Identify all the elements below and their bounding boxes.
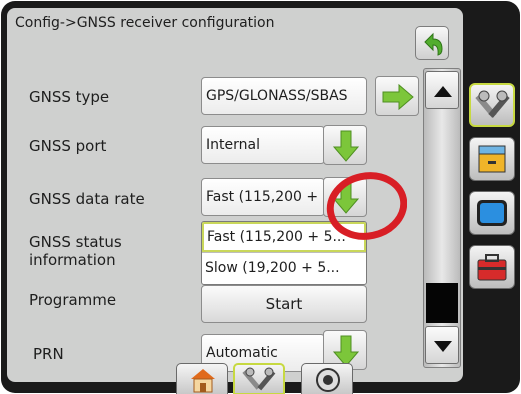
tools-icon bbox=[475, 90, 510, 118]
gnss-type-field[interactable]: GPS/GLONASS/SBAS bbox=[201, 77, 367, 115]
back-button[interactable] bbox=[415, 26, 449, 60]
side-tab-display[interactable] bbox=[469, 191, 515, 235]
display-icon bbox=[477, 200, 507, 226]
scrollbar-track[interactable] bbox=[423, 68, 461, 368]
device-frame: Config->GNSS receiver configuration GNSS… bbox=[1, 1, 520, 394]
gnss-type-label: GNSS type bbox=[29, 88, 110, 106]
triangle-down-icon bbox=[434, 341, 452, 352]
bottom-tab-tools[interactable] bbox=[233, 363, 285, 394]
gnss-port-dropdown-button[interactable] bbox=[323, 125, 367, 165]
page-title: Config->GNSS receiver configuration bbox=[15, 15, 275, 31]
side-tab-tools[interactable] bbox=[469, 83, 515, 127]
gnss-port-field[interactable]: Internal bbox=[201, 126, 325, 164]
back-arrow-icon bbox=[424, 32, 443, 56]
green-right-arrow-icon bbox=[382, 83, 414, 111]
data-drawer-icon bbox=[478, 145, 506, 173]
scrollbar-thumb[interactable] bbox=[426, 283, 458, 323]
toolbox-icon bbox=[477, 254, 507, 281]
bottom-tab-settings[interactable] bbox=[301, 363, 353, 394]
gnss-status-label-line2: information bbox=[29, 251, 116, 269]
side-tab-data[interactable] bbox=[469, 137, 515, 181]
bottom-tab-home[interactable] bbox=[176, 363, 228, 394]
gnss-data-rate-label: GNSS data rate bbox=[29, 190, 145, 208]
scroll-down-button[interactable] bbox=[425, 326, 459, 364]
gnss-type-next-button[interactable] bbox=[375, 76, 419, 116]
programme-label: Programme bbox=[29, 291, 117, 309]
gnss-status-label: GNSS status information bbox=[29, 233, 122, 269]
home-icon bbox=[191, 369, 215, 393]
gnss-data-rate-field[interactable]: Fast (115,200 + 5... bbox=[201, 178, 325, 216]
dropdown-option-slow[interactable]: Slow (19,200 + 5... bbox=[202, 252, 366, 283]
scroll-up-button[interactable] bbox=[425, 71, 459, 109]
config-panel: Config->GNSS receiver configuration GNSS… bbox=[7, 8, 463, 382]
gnss-status-label-line1: GNSS status bbox=[29, 233, 122, 251]
settings-dial-icon bbox=[316, 368, 340, 392]
tools-icon bbox=[242, 367, 276, 391]
prn-label: PRN bbox=[33, 345, 64, 363]
triangle-up-icon bbox=[434, 86, 452, 97]
highlight-circle bbox=[326, 172, 407, 240]
green-down-arrow-icon bbox=[332, 130, 360, 162]
programme-start-button[interactable]: Start bbox=[201, 285, 367, 323]
side-tab-toolbox[interactable] bbox=[469, 245, 515, 289]
gnss-port-label: GNSS port bbox=[29, 137, 107, 155]
